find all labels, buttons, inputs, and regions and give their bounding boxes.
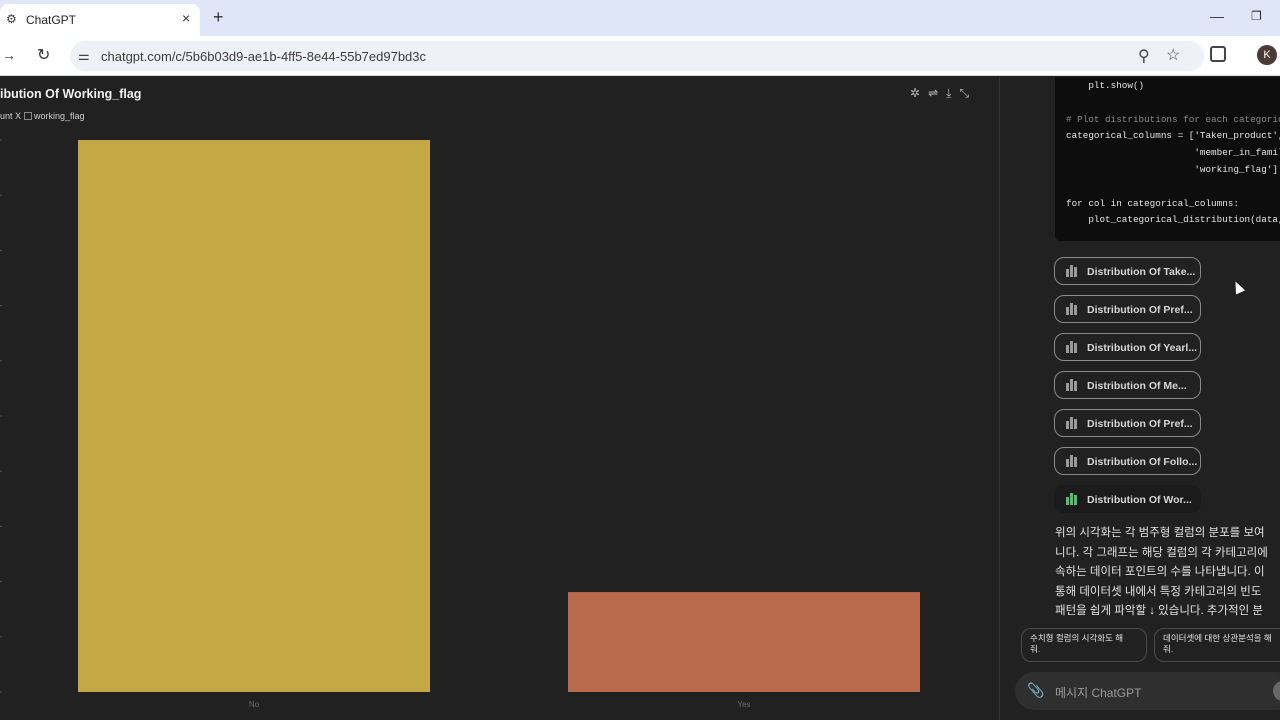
- chart-button-4[interactable]: Distribution Of Me...: [1054, 371, 1201, 399]
- chat-pane: plt.show() # Plot distributions for each …: [1001, 77, 1280, 720]
- code-block: plt.show() # Plot distributions for each …: [1055, 77, 1280, 241]
- suggestion-1-line1: 수치형 컬럼의 시각화도 해: [1030, 633, 1124, 643]
- answer-line: 위의 시각화는 각 범주형 컬럼의 분포를 보여: [1055, 527, 1265, 539]
- code-line: # Plot distributions for each categorica: [1066, 113, 1280, 125]
- chart-button-label: Distribution Of Follo...: [1087, 456, 1198, 468]
- chart-button-label: Distribution Of Wor...: [1087, 494, 1192, 506]
- bar-chart-icon: [1066, 341, 1080, 353]
- new-tab-button[interactable]: +: [213, 8, 224, 26]
- code-line: 'member_in_family: [1066, 147, 1280, 159]
- chart-button-label: Distribution Of Take...: [1087, 266, 1196, 278]
- chart-button-label: Distribution Of Yearl...: [1087, 342, 1198, 354]
- bar-yes[interactable]: [568, 592, 920, 692]
- send-button[interactable]: [1273, 681, 1280, 701]
- browser-toolbar: → ↻ ⚌ chatgpt.com/c/5b6b03d9-ae1b-4ff5-8…: [0, 36, 1280, 76]
- site-info-icon[interactable]: ⚌: [78, 48, 90, 64]
- chart-button-1[interactable]: Distribution Of Take...: [1054, 257, 1201, 285]
- code-line: for col in categorical_columns:: [1066, 197, 1239, 209]
- chart-panel: ibution Of Working_flag unt Xworking_fla…: [0, 77, 1000, 720]
- profile-avatar[interactable]: K: [1257, 45, 1277, 65]
- bar-no[interactable]: [78, 140, 430, 692]
- code-line: plot_categorical_distribution(data,: [1066, 214, 1280, 226]
- tab-title: ChatGPT: [26, 13, 77, 27]
- chart-button-2[interactable]: Distribution Of Pref...: [1054, 295, 1201, 323]
- suggestion-chip-1[interactable]: 수치형 컬럼의 시각화도 해 줘.: [1021, 628, 1147, 662]
- suggestion-2-line1: 데이터셋에 대한 상관분석을 해: [1163, 633, 1272, 643]
- zoom-icon[interactable]: ⚲: [1138, 46, 1150, 66]
- chart-button-label: Distribution Of Pref...: [1087, 418, 1193, 430]
- extensions-icon[interactable]: [1210, 46, 1226, 62]
- answer-line: 니다. 각 그래프는 해당 컬럼의 각 카테고리에: [1055, 546, 1268, 559]
- chart-button-5[interactable]: Distribution Of Pref...: [1054, 409, 1201, 437]
- bar-chart-icon: [1066, 303, 1080, 315]
- message-placeholder: 메시지 ChatGPT: [1055, 686, 1142, 700]
- bar-chart-icon: [1066, 455, 1080, 467]
- code-line: categorical_columns = ['Taken_product',: [1066, 130, 1280, 142]
- x-tick-label: No: [249, 700, 260, 709]
- bar-chart: No Yes: [0, 139, 920, 709]
- tab-close-icon[interactable]: ×: [182, 10, 190, 26]
- bookmark-star-icon[interactable]: ☆: [1166, 45, 1180, 65]
- minimize-icon[interactable]: —: [1210, 8, 1224, 24]
- answer-line: 통해 데이터셋 내에서 특정 카테고리의 빈도: [1055, 585, 1262, 598]
- restore-window-icon[interactable]: ❐: [1251, 9, 1262, 23]
- attach-paperclip-icon[interactable]: 📎: [1027, 682, 1044, 699]
- answer-line: 속하는 데이터 포인트의 수를 나타냅니다. 이: [1055, 566, 1265, 578]
- chart-button-6[interactable]: Distribution Of Follo...: [1054, 447, 1201, 475]
- code-line: plt.show(): [1066, 80, 1145, 91]
- chart-button-3[interactable]: Distribution Of Yearl...: [1054, 333, 1201, 361]
- x-tick-label: Yes: [737, 700, 750, 709]
- code-line: 'working_flag']: [1066, 164, 1279, 175]
- browser-tabstrip: ⚙ ChatGPT × + — ❐: [0, 0, 1280, 36]
- chart-button-7[interactable]: Distribution Of Wor...: [1054, 485, 1201, 513]
- assistant-answer: 위의 시각화는 각 범주형 컬럼의 분포를 보여니다. 각 그래프는 해당 컬럼…: [1055, 524, 1280, 622]
- reload-icon[interactable]: ↻: [37, 45, 50, 65]
- browser-tab[interactable]: ⚙ ChatGPT ×: [0, 4, 200, 36]
- suggestion-1-line2: 줘.: [1030, 644, 1041, 654]
- bar-chart-icon: [1066, 493, 1080, 505]
- url-text[interactable]: chatgpt.com/c/5b6b03d9-ae1b-4ff5-8e44-55…: [101, 49, 426, 64]
- bar-chart-icon: [1066, 417, 1080, 429]
- chart-button-label: Distribution Of Pref...: [1087, 304, 1193, 316]
- chatgpt-favicon-icon: ⚙: [6, 12, 17, 26]
- address-bar[interactable]: ⚌ chatgpt.com/c/5b6b03d9-ae1b-4ff5-8e44-…: [70, 41, 1204, 71]
- bar-chart-icon: [1066, 265, 1080, 277]
- forward-icon[interactable]: →: [2, 47, 16, 63]
- suggestion-2-line2: 줘.: [1163, 644, 1174, 654]
- bar-chart-icon: [1066, 379, 1080, 391]
- answer-line: 패턴을 쉽게 파악할 ↓ 있습니다. 추가적인 분: [1055, 605, 1263, 617]
- chart-button-label: Distribution Of Me...: [1087, 380, 1187, 392]
- message-input[interactable]: 📎 메시지 ChatGPT: [1015, 672, 1280, 710]
- suggestion-chip-2[interactable]: 데이터셋에 대한 상관분석을 해 줘.: [1154, 628, 1280, 662]
